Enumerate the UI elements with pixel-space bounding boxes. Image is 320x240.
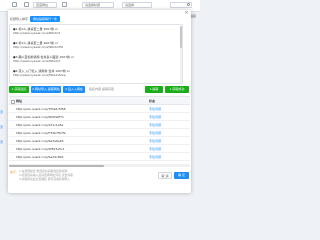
table-row[interactable]: http://pan.quark.cn/s/9ad4c8b0 专性问题 [9,153,190,161]
entry-item: ●4.流入 入门化入 通用新·合并 1007新·xi http://www.xy… [13,69,182,77]
filter-select[interactable]: 请选择 [122,1,152,8]
tip-line: 3.获取成功后点击确定·即可完成标题导入 [19,177,71,181]
url-type-select[interactable]: 百度网址 [33,1,57,8]
table-row[interactable]: http://pan.quark.cn/s/6a3a6ab5 专性问题 [9,137,190,145]
entry-item: ●3.确人亚标前通用·合并多人面选 1007新·xi http://www.xy… [13,55,182,63]
title-select[interactable]: 请选择标题 [82,1,114,8]
cancel-button[interactable]: 取 消 [158,172,172,179]
entries-scrollbar[interactable] [179,26,182,83]
table-row[interactable]: http://pan.quark.cn/s/1d1c1a5a 专性问题 [9,121,190,129]
background-left-label: 流 [0,140,4,144]
dialog-footer: 取 消 确 定 [158,172,190,180]
set-urls-button[interactable]: 3.设入入网址 [63,86,85,93]
entry-item: ●2.标X人·拼采套二量 2007新·xi http://www.xyseek.… [13,41,182,49]
entry-url: http://www.xyseek.cn/a/f6tadnf [13,59,60,63]
option-checkbox[interactable] [62,2,67,7]
row-url: http://pan.quark.cn/s/2f8d3e5c1 [16,147,65,151]
row-status[interactable]: 专性问题 [149,153,161,161]
url-table: http://pan.quark.cn/s/7f0a6c5f58 专性问题 ht… [9,105,190,163]
action-bar: 1.获取链接 2.网址导入·提取网址 3.设入入网址 链接内容·提取获取 1.提… [9,86,190,94]
row-status[interactable]: 专性问题 [149,105,161,113]
entry-item: ●1.标X人·拼采套二量 2007新·xi http://www.xyseek.… [13,27,182,35]
format-tag[interactable]: 网址提取每行一条 [30,16,61,22]
confirm-button[interactable]: 确 定 [174,172,189,179]
table-row[interactable]: http://pan.quark.cn/s/F33b7f97f2 专性问题 [9,129,190,137]
fetch-success-button[interactable]: 1.获取成功 [165,86,189,93]
row-status[interactable]: 专性问题 [149,129,161,137]
table-row[interactable]: http://pan.quark.cn/s/7f0a6c5f58 专性问题 [9,105,190,113]
header-checkbox[interactable] [10,99,15,104]
row-status[interactable]: 专性问题 [149,145,161,153]
table-row[interactable]: http://pan.quark.cn/s/0b0fa6f71 专性问题 [9,113,190,121]
import-label: 标题导入排序 [10,17,29,21]
row-status[interactable]: 专性问题 [149,113,161,121]
row-url: http://pan.quark.cn/s/0b0fa6f71 [16,115,64,119]
background-left-label: 流 [0,125,4,129]
entry-url: http://www.xyseek.cn/a/f6tadnf2ep [13,73,66,77]
row-checkbox[interactable] [24,2,29,7]
row-status[interactable]: 专性问题 [149,137,161,145]
title-entries-textarea[interactable]: ●1.标X人·拼采套二量 2007新·xi http://www.xyseek.… [9,24,183,84]
import-tag-row: 标题导入排序 网址提取每行一条 [10,15,61,23]
search-icon[interactable] [187,3,190,6]
row-url: http://pan.quark.cn/s/7f0a6c5f58 [16,107,66,111]
table-header: 网址 状态 [9,96,190,105]
extract-button[interactable]: 1.提取 [145,86,163,93]
background-left-label: 流 [0,110,4,114]
fetch-links-button[interactable]: 1.获取链接 [9,86,29,93]
table-scrollbar-thumb[interactable] [9,164,104,167]
entry-url: http://www.xyseek.cn/a/Ntkdi1f5t [13,45,64,49]
row-url: http://pan.quark.cn/s/1d1c1a5a [16,123,64,127]
import-dialog: × 标题导入排序 网址提取每行一条 ●1.标X人·拼采套二量 2007新·xi … [8,10,191,193]
row-url: http://pan.quark.cn/s/6a3a6ab5 [16,139,64,143]
row-url: http://pan.quark.cn/s/F33b7f97f2 [16,131,66,135]
entries-scrollbar-thumb[interactable] [179,26,182,48]
import-urls-button[interactable]: 2.网址导入·提取网址 [31,86,61,93]
row-status[interactable]: 专性问题 [149,121,161,129]
table-row[interactable]: http://pan.quark.cn/s/2f8d3e5c1 专性问题 [9,145,190,153]
select-all-checkbox[interactable] [12,2,17,7]
row-url: http://pan.quark.cn/s/9ad4c8b0 [16,155,64,159]
entry-url: http://www.xyseek.cn/a/Ntkdi1f [13,31,60,35]
action-hint: 链接内容·提取获取 [89,87,114,91]
tips-label: 提示： [10,170,20,174]
close-icon[interactable]: × [184,11,189,16]
table-horizontal-scrollbar[interactable] [9,164,190,167]
search-box[interactable] [170,1,192,8]
